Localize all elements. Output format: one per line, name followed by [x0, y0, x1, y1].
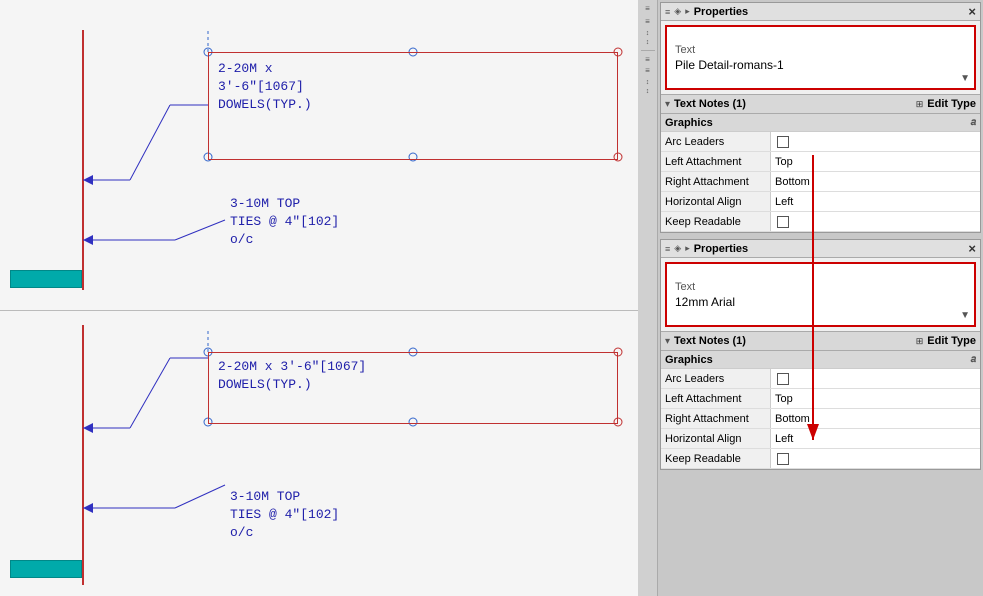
panel-bottom-arc-leaders-value — [771, 369, 980, 388]
panel-top-keep-readable-row: Keep Readable — [661, 212, 980, 232]
panel-bottom-arc-leaders-checkbox[interactable] — [777, 373, 789, 385]
panel-bottom-icon2: ◈ — [674, 243, 681, 254]
ann2-line3: o/c — [230, 231, 339, 249]
panel-top-left-attachment-row: Left Attachment Top — [661, 152, 980, 172]
panel-bottom-arc-leaders-label: Arc Leaders — [661, 369, 771, 388]
panel-top-arc-leaders-value — [771, 132, 980, 151]
panel-bottom-graphics-collapse[interactable]: 𝑎 — [971, 354, 976, 365]
right-panels: ≡ ◈ ▸ Properties × Text Pile Detail-roma… — [658, 0, 983, 596]
panel-top-icon3: ▸ — [685, 6, 690, 17]
panel-bottom-edittype-label[interactable]: Edit Type — [927, 335, 976, 347]
panel-bottom-horiz-align-value[interactable]: Left — [771, 429, 980, 448]
panel-top-left-attachment-value[interactable]: Top — [771, 152, 980, 171]
panel-bottom-right-attachment-label: Right Attachment — [661, 409, 771, 428]
panel-top-keep-readable-label: Keep Readable — [661, 212, 771, 231]
drawing-svg-bottom — [0, 300, 640, 596]
panel-top-horiz-align-row: Horizontal Align Left — [661, 192, 980, 212]
panel-top-graphics-header: Graphics 𝑎 — [661, 114, 980, 132]
panel-top-right-attachment-label: Right Attachment — [661, 172, 771, 191]
panel-bottom-left-attachment-label: Left Attachment — [661, 389, 771, 408]
panel-bottom-textnotes-label: Text Notes (1) — [674, 335, 746, 347]
panel-bottom-grid-icon: ⊞ — [916, 336, 924, 347]
panel-bottom-preview-label: Text — [675, 281, 966, 293]
panel-bottom-preview-value: 12mm Arial — [675, 295, 966, 309]
panel-top-arc-leaders-row: Arc Leaders — [661, 132, 980, 152]
panel-bottom-arc-leaders-row: Arc Leaders — [661, 369, 980, 389]
ann3-line2: DOWELS(TYP.) — [218, 376, 366, 394]
panel-top-close[interactable]: × — [968, 4, 976, 19]
panel-bottom-keep-readable-value — [771, 449, 980, 468]
panel-top-right-attachment-value[interactable]: Bottom — [771, 172, 980, 191]
panel-top-graphics-label: Graphics — [665, 117, 713, 129]
panel-top-arc-leaders-checkbox[interactable] — [777, 136, 789, 148]
panel-bottom-horiz-align-row: Horizontal Align Left — [661, 429, 980, 449]
panel-bottom-graphics-label: Graphics — [665, 354, 713, 366]
ann1-line2: 3'-6"[1067] — [218, 78, 312, 96]
panel-top-left-attachment-label: Left Attachment — [661, 152, 771, 171]
panel-bottom-expand-icon[interactable]: ▾ — [665, 336, 670, 347]
panel-top-textnotes-label: Text Notes (1) — [674, 98, 746, 110]
panel-top-keep-readable-checkbox[interactable] — [777, 216, 789, 228]
panel-bottom-keep-readable-label: Keep Readable — [661, 449, 771, 468]
panel-bottom-preview: Text 12mm Arial ▼ — [665, 262, 976, 327]
ann2-line1: 3-10M TOP — [230, 195, 339, 213]
panel-top-expand-icon[interactable]: ▾ — [665, 99, 670, 110]
panel-bottom-right-attachment-row: Right Attachment Bottom — [661, 409, 980, 429]
annotation-text-3: 2-20M x 3'-6"[1067] DOWELS(TYP.) — [218, 358, 366, 394]
ann1-line3: DOWELS(TYP.) — [218, 96, 312, 114]
panel-top-titlebar: ≡ ◈ ▸ Properties × — [661, 3, 980, 21]
panel-top: ≡ ◈ ▸ Properties × Text Pile Detail-roma… — [660, 2, 981, 233]
panel-bottom-right-attachment-value[interactable]: Bottom — [771, 409, 980, 428]
ann4-line3: o/c — [230, 524, 339, 542]
panel-bottom-left-attachment-row: Left Attachment Top — [661, 389, 980, 409]
left-toolbar: ≡ ≡ ↕ ↕ ≡ ≡ ↕ ↕ — [638, 0, 658, 596]
panel-bottom-titlebar: ≡ ◈ ▸ Properties × — [661, 240, 980, 258]
panel-top-horiz-align-value[interactable]: Left — [771, 192, 980, 211]
panel-top-keep-readable-value — [771, 212, 980, 231]
panel-top-dropdown-arrow[interactable]: ▼ — [960, 73, 970, 84]
panel-top-icon1: ≡ — [665, 7, 670, 17]
ann4-line2: TIES @ 4"[102] — [230, 506, 339, 524]
panel-bottom-keep-readable-checkbox[interactable] — [777, 453, 789, 465]
ann3-line1: 2-20M x 3'-6"[1067] — [218, 358, 366, 376]
annotation-text-4: 3-10M TOP TIES @ 4"[102] o/c — [230, 488, 339, 543]
panel-top-horiz-align-label: Horizontal Align — [661, 192, 771, 211]
annotation-text-1: 2-20M x 3'-6"[1067] DOWELS(TYP.) — [218, 60, 312, 115]
panel-bottom-close[interactable]: × — [968, 241, 976, 256]
panel-top-arc-leaders-label: Arc Leaders — [661, 132, 771, 151]
ann1-line1: 2-20M x — [218, 60, 312, 78]
ann4-line1: 3-10M TOP — [230, 488, 339, 506]
panel-bottom-left-attachment-value[interactable]: Top — [771, 389, 980, 408]
panel-top-preview: Text Pile Detail-romans-1 ▼ — [665, 25, 976, 90]
panel-bottom-dropdown-arrow[interactable]: ▼ — [960, 310, 970, 321]
panel-bottom-textnotes-header: ▾ Text Notes (1) ⊞ Edit Type — [661, 331, 980, 351]
panel-top-textnotes-header: ▾ Text Notes (1) ⊞ Edit Type — [661, 94, 980, 114]
panel-top-icon2: ◈ — [674, 6, 681, 17]
panel-bottom-graphics-header: Graphics 𝑎 — [661, 351, 980, 369]
ann2-line2: TIES @ 4"[102] — [230, 213, 339, 231]
panel-bottom-icon3: ▸ — [685, 243, 690, 254]
panel-bottom-horiz-align-label: Horizontal Align — [661, 429, 771, 448]
panel-top-edittype-label[interactable]: Edit Type — [927, 98, 976, 110]
panel-top-right-attachment-row: Right Attachment Bottom — [661, 172, 980, 192]
panel-top-grid-icon: ⊞ — [916, 99, 924, 110]
panel-top-title: Properties — [694, 6, 748, 18]
panel-bottom-edit-area: ⊞ Edit Type — [916, 335, 976, 347]
panel-bottom-icon1: ≡ — [665, 244, 670, 254]
panel-top-edit-area: ⊞ Edit Type — [916, 98, 976, 110]
annotation-text-2: 3-10M TOP TIES @ 4"[102] o/c — [230, 195, 339, 250]
panel-top-graphics-collapse[interactable]: 𝑎 — [971, 117, 976, 128]
panel-top-preview-value: Pile Detail-romans-1 — [675, 58, 966, 72]
panel-bottom: ≡ ◈ ▸ Properties × Text 12mm Arial ▼ ▾ T… — [660, 239, 981, 470]
panel-bottom-keep-readable-row: Keep Readable — [661, 449, 980, 469]
panel-bottom-title: Properties — [694, 243, 748, 255]
panel-top-preview-label: Text — [675, 44, 966, 56]
